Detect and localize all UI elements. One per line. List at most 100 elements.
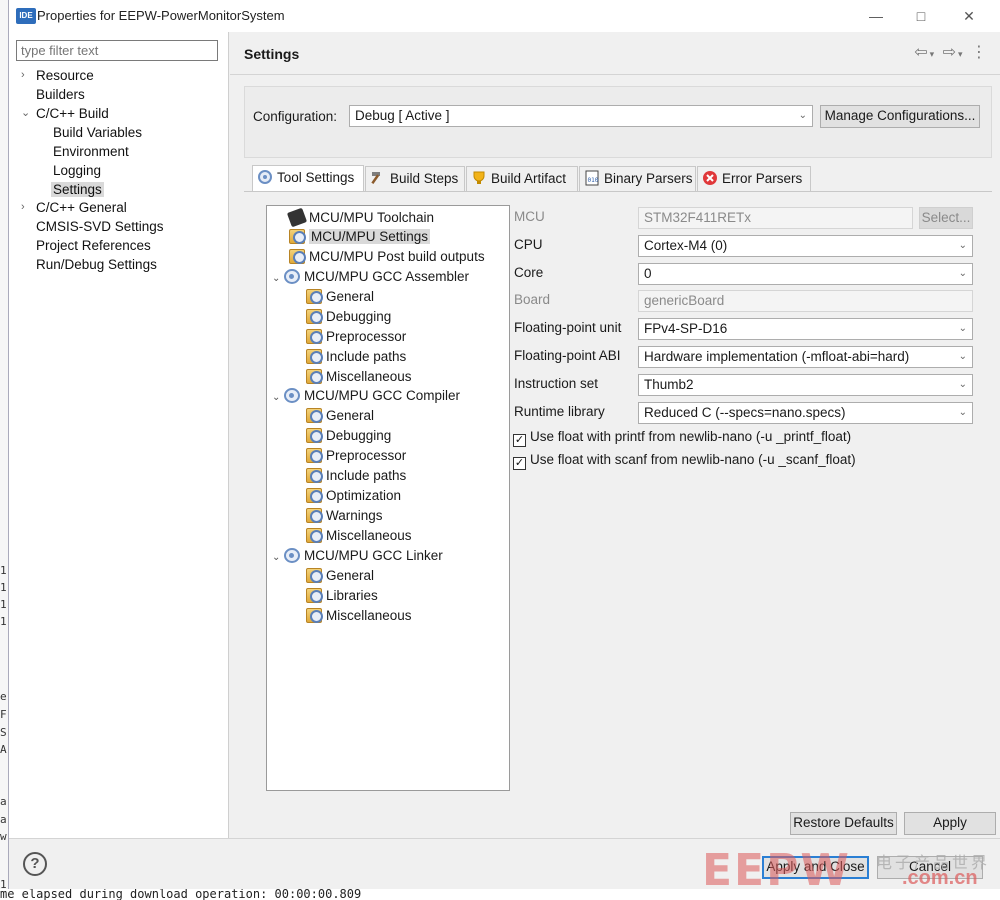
options-folder-icon xyxy=(306,289,323,304)
printf-float-label: Use float with printf from newlib-nano (… xyxy=(530,429,852,444)
settings-page: Settings ⇦▾ ⇨▾ ⋮ Configuration: Debug [ … xyxy=(230,32,1000,839)
nav-item-builders[interactable]: Builders xyxy=(36,85,85,104)
chevron-right-icon[interactable]: › xyxy=(21,66,31,85)
back-arrow-icon[interactable]: ⇦ xyxy=(914,44,929,61)
core-select[interactable]: 0 ⌄ xyxy=(638,263,973,285)
more-options-icon[interactable]: ⋮ xyxy=(971,44,989,61)
tree-item-cc-optimization[interactable]: Optimization xyxy=(306,486,401,506)
apply-button[interactable]: Apply xyxy=(904,812,996,835)
tree-item-asm-debugging[interactable]: Debugging xyxy=(306,307,391,327)
tool-tree: MCU/MPU Toolchain MCU/MPU Settings MCU/M… xyxy=(266,205,510,791)
tab-error-parsers[interactable]: Error Parsers xyxy=(697,166,811,191)
tree-item-linker[interactable]: ⌄ MCU/MPU GCC Linker xyxy=(272,546,443,566)
hammer-icon xyxy=(370,170,386,186)
gear-icon xyxy=(284,388,300,403)
nav-item-settings[interactable]: Settings xyxy=(51,180,104,199)
nav-item-resource[interactable]: › Resource xyxy=(21,66,94,85)
configuration-select[interactable]: Debug [ Active ] ⌄ xyxy=(349,105,813,127)
tree-item-mcu-settings[interactable]: MCU/MPU Settings xyxy=(289,227,431,247)
chevron-down-icon: ⌄ xyxy=(958,379,967,390)
fpu-label: Floating-point unit xyxy=(514,320,622,335)
tree-item-cc-general[interactable]: General xyxy=(306,406,374,426)
minimize-icon[interactable]: — xyxy=(866,6,886,26)
apply-and-close-button[interactable]: Apply and Close xyxy=(762,856,869,879)
nav-item-label: Run/Debug Settings xyxy=(36,257,157,272)
chip-icon xyxy=(286,207,308,228)
instruction-set-select[interactable]: Thumb2 ⌄ xyxy=(638,374,973,396)
printf-float-checkbox[interactable]: ✓ Use float with printf from newlib-nano … xyxy=(513,429,851,447)
tree-item-label: Debugging xyxy=(326,428,392,443)
tree-item-asm-include-paths[interactable]: Include paths xyxy=(306,347,406,367)
tree-item-cc-misc[interactable]: Miscellaneous xyxy=(306,526,412,546)
chevron-down-icon[interactable]: ⌄ xyxy=(21,104,31,123)
nav-item-label: Project References xyxy=(36,238,151,253)
cpu-select[interactable]: Cortex-M4 (0) ⌄ xyxy=(638,235,973,257)
property-pages-nav: › Resource Builders ⌄ C/C++ Build Build Va… xyxy=(9,32,229,838)
maximize-icon[interactable]: □ xyxy=(911,6,931,26)
background-ide-text: S xyxy=(0,726,7,739)
chevron-down-icon[interactable]: ⌄ xyxy=(272,388,284,408)
nav-item-build-variables[interactable]: Build Variables xyxy=(53,123,142,142)
nav-item-project-references[interactable]: Project References xyxy=(36,236,151,255)
tree-item-label: Miscellaneous xyxy=(326,528,412,543)
tree-item-compiler[interactable]: ⌄ MCU/MPU GCC Compiler xyxy=(272,386,460,406)
filter-input[interactable] xyxy=(16,40,218,61)
tree-item-label: General xyxy=(326,568,375,583)
checkmark-icon[interactable]: ✓ xyxy=(513,434,526,447)
options-folder-icon xyxy=(306,428,323,443)
checkmark-icon[interactable]: ✓ xyxy=(513,457,526,470)
tree-item-label: MCU/MPU GCC Linker xyxy=(304,548,443,563)
tab-build-artifact[interactable]: Build Artifact xyxy=(466,166,578,191)
options-folder-icon xyxy=(289,249,306,264)
chevron-down-icon[interactable]: ▾ xyxy=(930,49,937,59)
scanf-float-checkbox[interactable]: ✓ Use float with scanf from newlib-nano (… xyxy=(513,452,856,470)
tree-item-asm-misc[interactable]: Miscellaneous xyxy=(306,367,412,387)
options-folder-icon xyxy=(306,608,323,623)
forward-arrow-icon[interactable]: ⇨ xyxy=(943,44,958,61)
tree-item-cc-warnings[interactable]: Warnings xyxy=(306,506,383,526)
tree-item-cc-include-paths[interactable]: Include paths xyxy=(306,466,406,486)
nav-item-label: Builders xyxy=(36,87,85,102)
tree-item-label: MCU/MPU Settings xyxy=(309,229,431,244)
mcu-field: STM32F411RETx xyxy=(638,207,913,229)
nav-item-run-debug[interactable]: Run/Debug Settings xyxy=(36,255,157,274)
tree-item-asm-general[interactable]: General xyxy=(306,287,374,307)
tree-item-post-build[interactable]: MCU/MPU Post build outputs xyxy=(289,247,485,267)
tree-item-cc-debugging[interactable]: Debugging xyxy=(306,426,391,446)
restore-defaults-button[interactable]: Restore Defaults xyxy=(790,812,897,835)
tree-item-assembler[interactable]: ⌄ MCU/MPU GCC Assembler xyxy=(272,267,469,287)
tree-item-cc-preprocessor[interactable]: Preprocessor xyxy=(306,446,406,466)
help-icon[interactable]: ? xyxy=(23,852,47,876)
close-icon[interactable]: ✕ xyxy=(959,6,979,26)
tree-item-ld-libraries[interactable]: Libraries xyxy=(306,586,378,606)
tree-item-asm-preprocessor[interactable]: Preprocessor xyxy=(306,327,406,347)
manage-configurations-button[interactable]: Manage Configurations... xyxy=(820,105,980,128)
runtime-library-select[interactable]: Reduced C (--specs=nano.specs) ⌄ xyxy=(638,402,973,424)
header-divider xyxy=(230,74,1000,75)
nav-item-cpp-general[interactable]: › C/C++ General xyxy=(21,198,127,217)
chevron-down-icon[interactable]: ⌄ xyxy=(272,548,284,568)
tree-item-label: Preprocessor xyxy=(326,448,407,463)
tab-build-steps[interactable]: Build Steps xyxy=(365,166,465,191)
tab-tool-settings[interactable]: Tool Settings xyxy=(252,165,364,192)
fpu-select[interactable]: FPv4-SP-D16 ⌄ xyxy=(638,318,973,340)
tree-item-ld-misc[interactable]: Miscellaneous xyxy=(306,606,412,626)
nav-item-cmsis-svd[interactable]: CMSIS-SVD Settings xyxy=(36,217,164,236)
tree-item-ld-general[interactable]: General xyxy=(306,566,374,586)
nav-item-environment[interactable]: Environment xyxy=(53,142,129,161)
background-ide-text: w xyxy=(0,830,7,843)
nav-item-cpp-build[interactable]: ⌄ C/C++ Build xyxy=(21,104,109,123)
chevron-down-icon[interactable]: ⌄ xyxy=(272,269,284,289)
tree-item-toolchain[interactable]: MCU/MPU Toolchain xyxy=(286,207,434,228)
tree-item-label: Include paths xyxy=(326,349,407,364)
chevron-down-icon: ⌄ xyxy=(958,323,967,334)
cancel-button[interactable]: Cancel xyxy=(877,856,983,879)
dialog-button-bar: ? Apply and Close Cancel xyxy=(9,838,1000,889)
float-abi-select[interactable]: Hardware implementation (-mfloat-abi=har… xyxy=(638,346,973,368)
nav-item-logging[interactable]: Logging xyxy=(53,161,101,180)
chevron-down-icon[interactable]: ▾ xyxy=(958,49,965,59)
chevron-right-icon[interactable]: › xyxy=(21,198,31,217)
tab-binary-parsers[interactable]: 010 Binary Parsers xyxy=(579,166,696,191)
background-ide-text: A xyxy=(0,743,7,756)
chevron-down-icon: ⌄ xyxy=(958,240,967,251)
